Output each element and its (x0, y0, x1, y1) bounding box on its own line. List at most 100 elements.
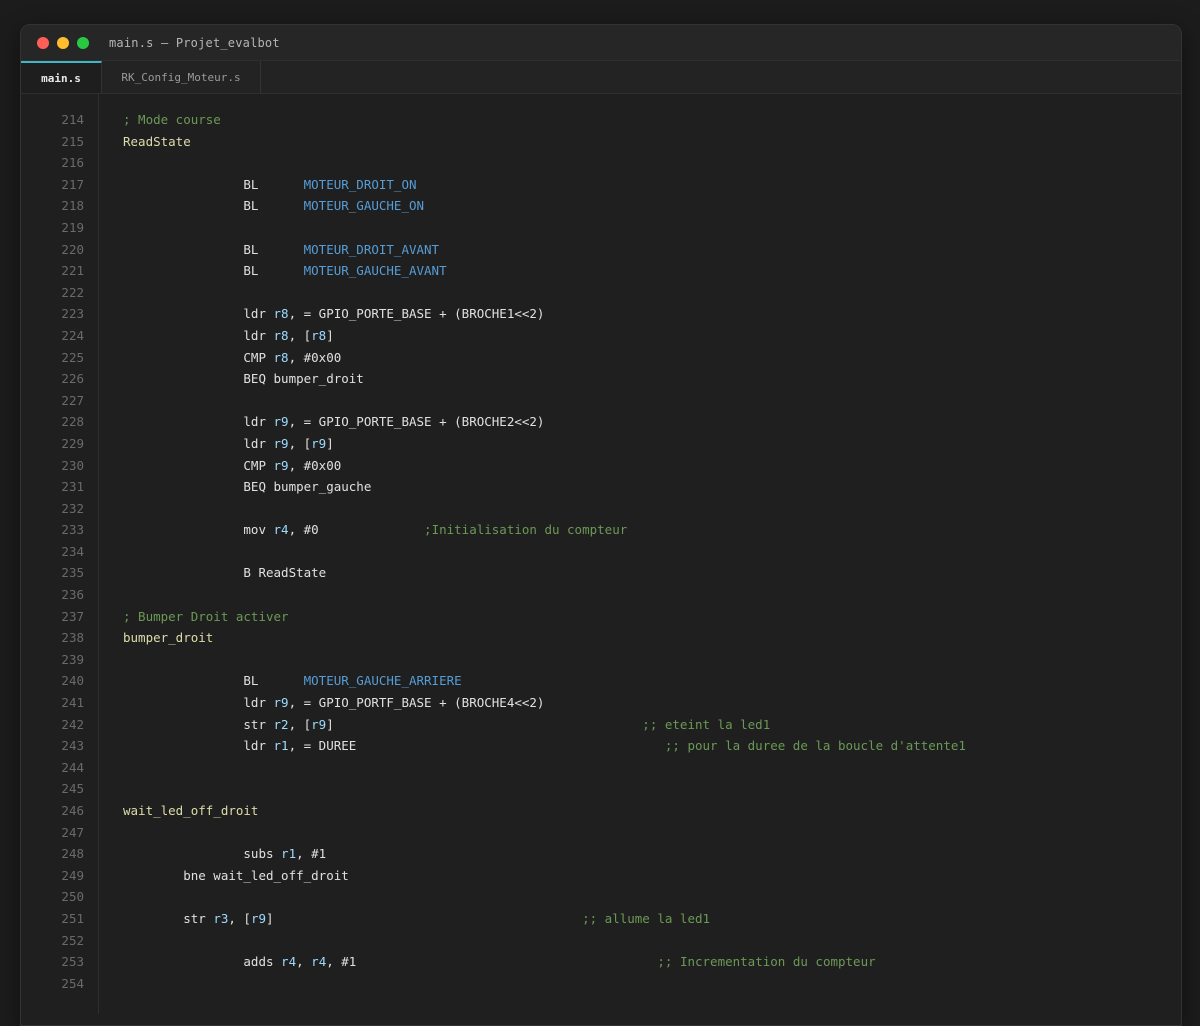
line-number: 221 (61, 263, 84, 279)
code-line[interactable]: BL MOTEUR_GAUCHE_ARRIERE (123, 670, 1181, 692)
code-line[interactable]: str r2, [r9] ;; eteint la led1 (123, 714, 1181, 736)
code-line[interactable]: ldr r9, = GPIO_PORTE_BASE + (BROCHE2<<2) (123, 411, 1181, 433)
tab-rk-config-moteur-s[interactable]: RK_Config_Moteur.s (102, 61, 261, 93)
code-line[interactable] (123, 498, 1181, 520)
code-token-plain: ldr (123, 327, 274, 343)
code-line[interactable]: ldr r9, [r9] (123, 433, 1181, 455)
line-number: 227 (61, 392, 84, 408)
code-token-plain: , [ (228, 910, 251, 926)
code-token-reg: r9 (273, 695, 289, 711)
line-number: 222 (61, 284, 84, 300)
code-token-plain: BL (123, 673, 304, 689)
code-line[interactable]: BL MOTEUR_GAUCHE_AVANT (123, 260, 1181, 282)
code-token-comment: ; Bumper Droit activer (123, 608, 289, 624)
window-title: main.s — Projet_evalbot (109, 35, 280, 50)
line-number: 216 (61, 155, 84, 171)
code-line[interactable]: ; Bumper Droit activer (123, 606, 1181, 628)
line-number: 232 (61, 500, 84, 516)
code-area[interactable]: ; Mode course ReadState BL MOTEUR_DROIT_O… (99, 94, 1181, 1014)
line-number: 252 (61, 932, 84, 948)
code-line[interactable]: BL MOTEUR_DROIT_AVANT (123, 239, 1181, 261)
code-line[interactable] (123, 757, 1181, 779)
code-token-label: ReadState (123, 133, 191, 149)
code-line[interactable]: ldr r8, [r8] (123, 325, 1181, 347)
code-line[interactable]: BL MOTEUR_GAUCHE_ON (123, 195, 1181, 217)
minimize-window-button[interactable] (57, 36, 69, 49)
code-token-plain: BL (123, 263, 304, 279)
tab-main-s[interactable]: main.s (21, 61, 102, 93)
code-token-sym: MOTEUR_GAUCHE_ON (303, 198, 425, 214)
code-token-plain: adds (123, 954, 282, 970)
code-line[interactable]: CMP r8, #0x00 (123, 347, 1181, 369)
code-token-plain: , = DUREE (288, 738, 665, 754)
code-token-reg: r8 (311, 327, 327, 343)
code-token-plain: mov (123, 522, 274, 538)
code-token-plain: CMP (123, 457, 274, 473)
code-token-plain: ] (266, 910, 583, 926)
code-line[interactable] (123, 649, 1181, 671)
code-line[interactable]: mov r4, #0 ;Initialisation du compteur (123, 519, 1181, 541)
code-line[interactable]: ; Mode course (123, 109, 1181, 131)
code-token-reg: r9 (273, 414, 289, 430)
code-line[interactable]: bne wait_led_off_droit (123, 865, 1181, 887)
code-token-comment: ;; eteint la led1 (642, 716, 771, 732)
code-token-plain: BEQ bumper_gauche (123, 479, 372, 495)
code-token-plain: , = GPIO_PORTE_BASE + (BROCHE2<<2) (288, 414, 545, 430)
code-token-plain: ldr (123, 306, 274, 322)
code-line[interactable] (123, 541, 1181, 563)
code-line[interactable] (123, 973, 1181, 995)
code-token-comment: ;; allume la led1 (582, 910, 711, 926)
code-line[interactable]: BEQ bumper_droit (123, 368, 1181, 390)
code-line[interactable]: adds r4, r4, #1 ;; Incrementation du com… (123, 951, 1181, 973)
line-number: 215 (61, 133, 84, 149)
tab-bar: main.s RK_Config_Moteur.s (21, 61, 1181, 94)
code-line[interactable]: BEQ bumper_gauche (123, 476, 1181, 498)
code-line[interactable]: ldr r1, = DUREE ;; pour la duree de la b… (123, 735, 1181, 757)
code-line[interactable]: str r3, [r9] ;; allume la led1 (123, 908, 1181, 930)
code-line[interactable] (123, 822, 1181, 844)
code-line[interactable]: bumper_droit (123, 627, 1181, 649)
code-token-plain: , [ (288, 435, 312, 451)
code-line[interactable] (123, 390, 1181, 412)
code-token-plain: , (296, 954, 312, 970)
code-token-reg: r8 (273, 349, 289, 365)
code-line[interactable]: CMP r9, #0x00 (123, 455, 1181, 477)
code-token-reg: r9 (273, 457, 289, 473)
line-number: 234 (61, 543, 84, 559)
close-window-button[interactable] (37, 36, 49, 49)
code-token-plain: , #0x00 (288, 457, 342, 473)
line-number: 238 (61, 630, 84, 646)
code-line[interactable] (123, 217, 1181, 239)
code-token-sym: MOTEUR_DROIT_AVANT (303, 241, 440, 257)
line-number: 242 (61, 716, 84, 732)
code-token-reg: r2 (273, 716, 289, 732)
code-line[interactable] (123, 584, 1181, 606)
line-number: 223 (61, 306, 84, 322)
code-line[interactable]: wait_led_off_droit (123, 800, 1181, 822)
code-line[interactable] (123, 282, 1181, 304)
code-token-reg: r1 (281, 846, 297, 862)
code-editor[interactable]: 214 215 216 217 218 219 220 221 222 223 224 225 226 2… (21, 94, 1181, 1014)
maximize-window-button[interactable] (77, 36, 89, 49)
code-line[interactable]: ldr r9, = GPIO_PORTF_BASE + (BROCHE4<<2) (123, 692, 1181, 714)
code-line[interactable]: B ReadState (123, 562, 1181, 584)
line-number: 246 (61, 803, 84, 818)
code-line[interactable] (123, 778, 1181, 800)
code-line[interactable]: BL MOTEUR_DROIT_ON (123, 174, 1181, 196)
code-line[interactable]: ReadState (123, 131, 1181, 153)
code-token-label: bumper_droit (123, 630, 214, 646)
code-token-plain: BL (123, 198, 304, 214)
code-line[interactable]: ldr r8, = GPIO_PORTE_BASE + (BROCHE1<<2) (123, 303, 1181, 325)
line-number: 230 (61, 457, 84, 473)
line-number: 244 (61, 759, 84, 775)
line-number: 249 (61, 867, 84, 883)
code-line[interactable] (123, 886, 1181, 908)
code-token-plain: str (123, 716, 274, 732)
line-number: 231 (61, 479, 84, 495)
line-number: 219 (61, 219, 84, 235)
code-line[interactable] (123, 930, 1181, 952)
code-token-label: wait_led_off_droit (123, 803, 259, 818)
line-number: 225 (61, 349, 84, 365)
code-line[interactable] (123, 152, 1181, 174)
code-line[interactable]: subs r1, #1 (123, 843, 1181, 865)
